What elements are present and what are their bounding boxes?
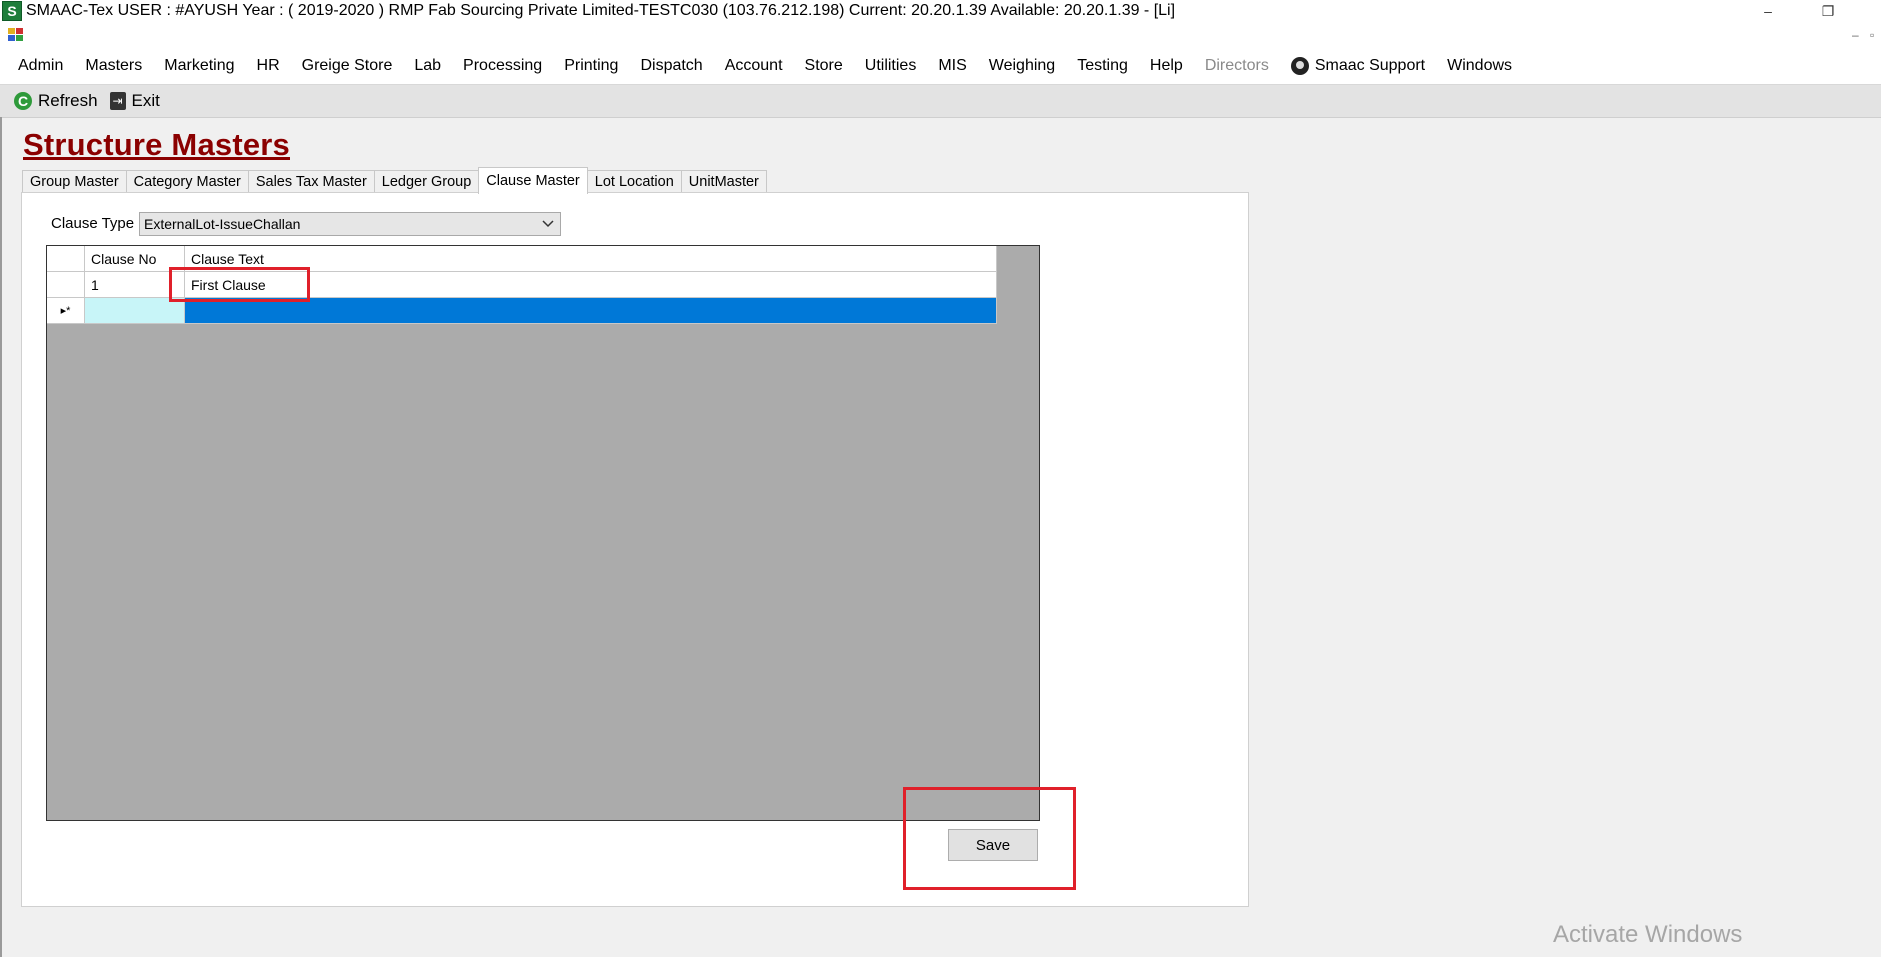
menu-account[interactable]: Account xyxy=(714,57,794,75)
tab-strip: Group Master Category Master Sales Tax M… xyxy=(22,167,767,194)
row-selector[interactable] xyxy=(47,272,85,298)
tab-sales-tax-master[interactable]: Sales Tax Master xyxy=(247,170,375,193)
mdi-restore-icon[interactable]: ▫ xyxy=(1870,28,1874,42)
menu-directors[interactable]: Directors xyxy=(1194,57,1280,75)
menu-help[interactable]: Help xyxy=(1139,57,1194,75)
refresh-icon: C xyxy=(14,92,32,110)
page-title: Structure Masters xyxy=(23,127,290,162)
menu-greige-store[interactable]: Greige Store xyxy=(291,57,404,75)
tab-group-master[interactable]: Group Master xyxy=(22,170,127,193)
table-row[interactable]: 1 First Clause xyxy=(47,272,997,298)
menu-store[interactable]: Store xyxy=(794,57,854,75)
chevron-down-icon[interactable] xyxy=(542,215,554,236)
menu-smaac-support[interactable]: Smaac Support xyxy=(1280,57,1436,75)
tab-unit-master[interactable]: UnitMaster xyxy=(680,170,767,193)
refresh-label: Refresh xyxy=(38,91,98,110)
refresh-button[interactable]: C Refresh xyxy=(14,91,98,111)
menu-dispatch[interactable]: Dispatch xyxy=(629,57,713,75)
column-header-clause-text[interactable]: Clause Text xyxy=(185,246,997,272)
mdi-minimize-icon[interactable]: – xyxy=(1852,28,1859,42)
tab-lot-location[interactable]: Lot Location xyxy=(586,170,682,193)
grid-corner[interactable] xyxy=(47,246,85,272)
menu-hr[interactable]: HR xyxy=(246,57,291,75)
toolbar: C Refresh ⇥ Exit xyxy=(0,85,1881,118)
clause-type-dropdown[interactable]: ExternalLot-IssueChallan xyxy=(139,212,561,236)
grid-header-row: Clause No Clause Text xyxy=(47,246,997,272)
app-icon: S xyxy=(2,1,22,21)
clause-text-cell[interactable]: First Clause xyxy=(185,272,997,298)
tab-ledger-group[interactable]: Ledger Group xyxy=(373,170,480,193)
mdi-bar: – ▫ xyxy=(0,22,1881,48)
window-title: SMAAC-Tex USER : #AYUSH Year : ( 2019-20… xyxy=(26,2,1176,19)
new-row-marker-icon[interactable]: ▸* xyxy=(47,298,85,324)
tab-clause-master[interactable]: Clause Master xyxy=(478,167,588,194)
tab-category-master[interactable]: Category Master xyxy=(125,170,249,193)
mdi-child-icon[interactable] xyxy=(8,28,24,42)
menu-admin[interactable]: Admin xyxy=(0,57,74,75)
menu-mis[interactable]: MIS xyxy=(927,57,977,75)
clause-type-value: ExternalLot-IssueChallan xyxy=(144,216,301,232)
title-bar: S SMAAC-Tex USER : #AYUSH Year : ( 2019-… xyxy=(0,0,1881,22)
new-clause-text-cell[interactable] xyxy=(185,298,997,324)
exit-label: Exit xyxy=(131,91,160,110)
minimize-icon[interactable]: – xyxy=(1745,0,1791,22)
new-row[interactable]: ▸* xyxy=(47,298,997,324)
activate-windows-watermark: Activate Windows xyxy=(1553,921,1743,948)
column-header-clause-no[interactable]: Clause No xyxy=(85,246,185,272)
restore-icon[interactable]: ❐ xyxy=(1805,0,1851,22)
clause-master-panel: Clause Type ExternalLot-IssueChallan Cla… xyxy=(21,192,1249,907)
menu-weighing[interactable]: Weighing xyxy=(978,57,1066,75)
menu-support-label: Smaac Support xyxy=(1314,57,1426,74)
exit-button[interactable]: ⇥ Exit xyxy=(109,91,160,111)
new-clause-no-cell[interactable] xyxy=(85,298,185,324)
save-button[interactable]: Save xyxy=(948,829,1038,861)
clause-grid[interactable]: Clause No Clause Text 1 First Clause ▸* xyxy=(46,245,1040,821)
menu-lab[interactable]: Lab xyxy=(403,57,452,75)
menu-windows[interactable]: Windows xyxy=(1436,57,1523,75)
menu-printing[interactable]: Printing xyxy=(553,57,629,75)
menu-marketing[interactable]: Marketing xyxy=(153,57,245,75)
support-headset-icon xyxy=(1290,57,1309,75)
menu-testing[interactable]: Testing xyxy=(1066,57,1139,75)
clause-type-label: Clause Type xyxy=(51,215,135,232)
window-border xyxy=(0,117,2,957)
menu-utilities[interactable]: Utilities xyxy=(854,57,928,75)
menu-processing[interactable]: Processing xyxy=(452,57,553,75)
clause-no-cell[interactable]: 1 xyxy=(85,272,185,298)
menu-masters[interactable]: Masters xyxy=(74,57,153,75)
exit-icon: ⇥ xyxy=(109,92,126,110)
menu-bar: Admin Masters Marketing HR Greige Store … xyxy=(0,48,1881,85)
